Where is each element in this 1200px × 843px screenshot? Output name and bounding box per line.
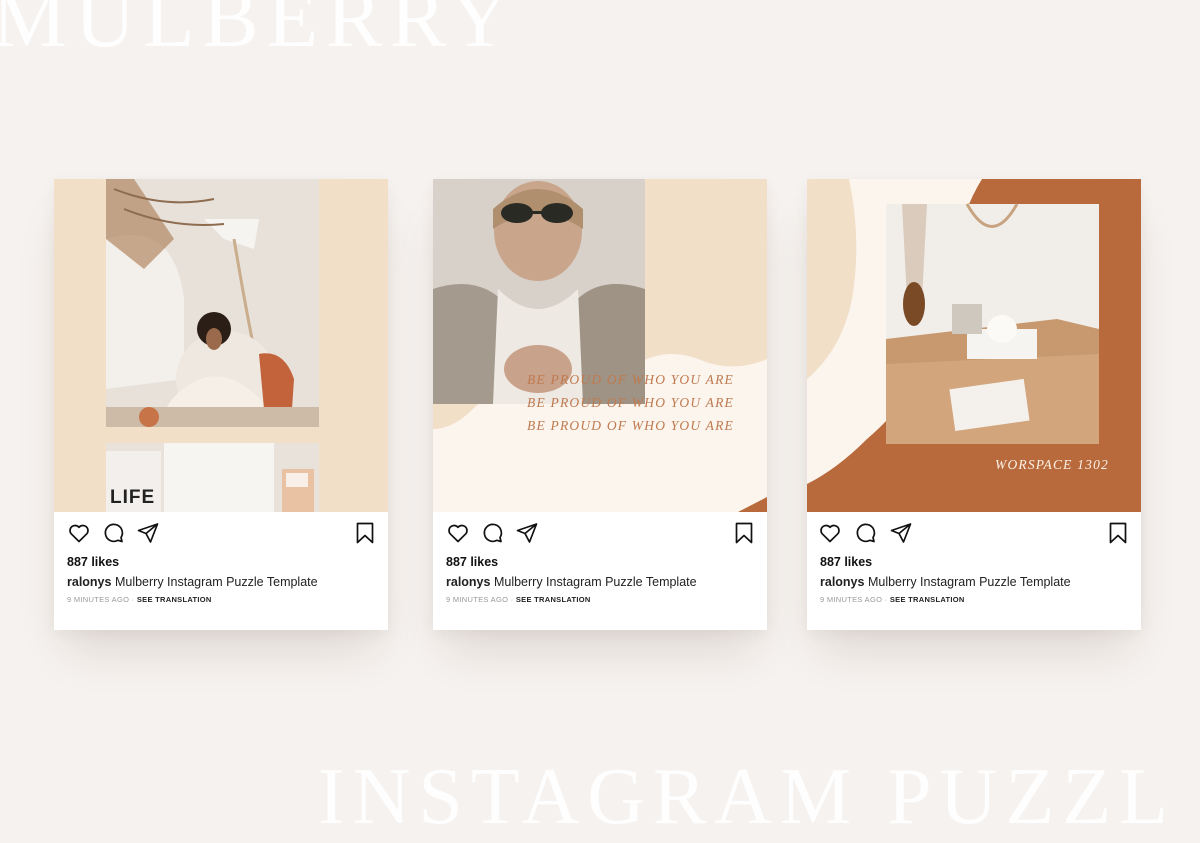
instagram-post-1: LIFE 887 likes ralonys Mulberry Instagra… xyxy=(54,179,388,630)
separator: · xyxy=(131,595,135,604)
username[interactable]: ralonys xyxy=(67,575,111,589)
likes-count[interactable]: 887 likes xyxy=(820,555,872,569)
post-actions xyxy=(433,512,767,552)
comment-icon[interactable] xyxy=(480,521,504,545)
username[interactable]: ralonys xyxy=(820,575,864,589)
share-icon[interactable] xyxy=(515,521,539,545)
share-icon[interactable] xyxy=(136,521,160,545)
caption-text: Mulberry Instagram Puzzle Template xyxy=(493,575,697,589)
svg-text:BE PROUD OF WHO YOU ARE: BE PROUD OF WHO YOU ARE xyxy=(527,372,734,387)
timestamp: 9 MINUTES AGO xyxy=(446,595,509,604)
heart-icon[interactable] xyxy=(446,521,470,545)
instagram-post-2: BE PROUD OF WHO YOU ARE BE PROUD OF WHO … xyxy=(433,179,767,630)
bookmark-icon[interactable] xyxy=(1106,521,1130,545)
caption-text: Mulberry Instagram Puzzle Template xyxy=(867,575,1071,589)
post-caption: ralonys Mulberry Instagram Puzzle Templa… xyxy=(67,575,318,589)
see-translation-link[interactable]: SEE TRANSLATION xyxy=(137,595,212,604)
post-caption: ralonys Mulberry Instagram Puzzle Templa… xyxy=(820,575,1071,589)
background-title-bottom: INSTAGRAM PUZZL xyxy=(318,753,1177,841)
timestamp: 9 MINUTES AGO xyxy=(820,595,883,604)
svg-text:WORSPACE 1302: WORSPACE 1302 xyxy=(995,457,1109,472)
post-meta: 9 MINUTES AGO · SEE TRANSLATION xyxy=(820,595,965,604)
post-caption: ralonys Mulberry Instagram Puzzle Templa… xyxy=(446,575,697,589)
likes-count[interactable]: 887 likes xyxy=(446,555,498,569)
caption-text: Mulberry Instagram Puzzle Template xyxy=(114,575,318,589)
heart-icon[interactable] xyxy=(818,521,842,545)
svg-text:BE PROUD OF WHO YOU ARE: BE PROUD OF WHO YOU ARE xyxy=(527,395,734,410)
separator: · xyxy=(884,595,888,604)
comment-icon[interactable] xyxy=(101,521,125,545)
separator: · xyxy=(510,595,514,604)
see-translation-link[interactable]: SEE TRANSLATION xyxy=(516,595,591,604)
comment-icon[interactable] xyxy=(853,521,877,545)
username[interactable]: ralonys xyxy=(446,575,490,589)
timestamp: 9 MINUTES AGO xyxy=(67,595,130,604)
post-image[interactable]: BE PROUD OF WHO YOU ARE BE PROUD OF WHO … xyxy=(433,179,767,512)
share-icon[interactable] xyxy=(889,521,913,545)
post-meta: 9 MINUTES AGO · SEE TRANSLATION xyxy=(446,595,591,604)
post-actions xyxy=(807,512,1141,552)
background-title-top: MULBERRY xyxy=(0,0,519,65)
svg-text:BE PROUD OF WHO YOU ARE: BE PROUD OF WHO YOU ARE xyxy=(527,418,734,433)
post-image[interactable]: WORSPACE 1302 xyxy=(807,179,1141,512)
instagram-post-3: WORSPACE 1302 887 likes ralonys Mulberry… xyxy=(807,179,1141,630)
see-translation-link[interactable]: SEE TRANSLATION xyxy=(890,595,965,604)
post-meta: 9 MINUTES AGO · SEE TRANSLATION xyxy=(67,595,212,604)
bookmark-icon[interactable] xyxy=(732,521,756,545)
bookmark-icon[interactable] xyxy=(353,521,377,545)
post-actions xyxy=(54,512,388,552)
svg-text:LIFE: LIFE xyxy=(110,487,155,508)
post-image[interactable]: LIFE xyxy=(54,179,388,512)
heart-icon[interactable] xyxy=(67,521,91,545)
likes-count[interactable]: 887 likes xyxy=(67,555,119,569)
